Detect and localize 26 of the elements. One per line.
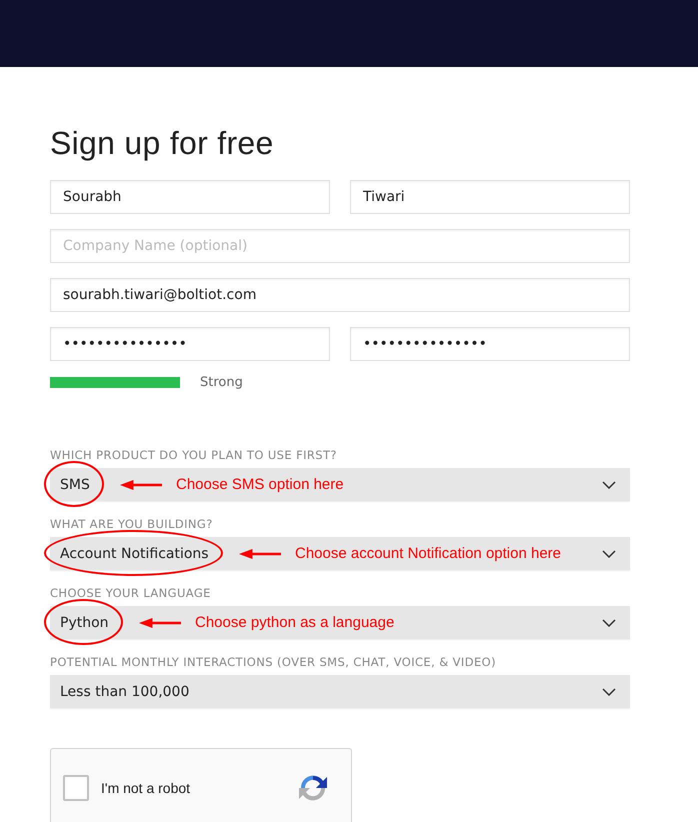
chevron-down-icon — [602, 480, 616, 488]
input-field[interactable]: sourabh.tiwari@boltiot.com — [50, 278, 630, 312]
checkbox-label: I'm not a robot — [101, 780, 192, 796]
chevron-down-icon — [602, 550, 616, 558]
input-field[interactable]: Company Name (optional) — [50, 229, 630, 263]
input-field[interactable]: ••••••••••••••• — [350, 327, 630, 361]
arrow-icon — [120, 478, 162, 492]
annotation-text: Choose python as a language — [195, 614, 394, 631]
highlight-ellipse — [44, 461, 104, 507]
dropdown[interactable]: Less than 100,000 — [50, 675, 630, 708]
input-field[interactable]: ••••••••••••••• — [50, 327, 330, 361]
input-field[interactable]: Sourabh — [50, 180, 330, 214]
arrow-icon — [139, 616, 181, 630]
field-label: POTENTIAL MONTHLY INTERACTIONS (OVER SMS, CHAT, VOICE, & VIDEO) — [50, 655, 497, 669]
page-title: Sign up for free — [50, 124, 275, 163]
strength-label: Strong — [200, 375, 243, 390]
chevron-down-icon — [602, 688, 616, 696]
field-label: CHOOSE YOUR LANGUAGE — [50, 586, 212, 600]
checkbox[interactable] — [63, 775, 89, 801]
annotation-text: Choose account Notification option here — [295, 545, 562, 562]
field-label: WHICH PRODUCT DO YOU PLAN TO USE FIRST? — [50, 448, 338, 462]
annotation-text: Choose SMS option here — [176, 476, 344, 493]
input-field[interactable]: Tiwari — [350, 180, 630, 214]
chevron-down-icon — [602, 618, 616, 626]
field-label: WHAT ARE YOU BUILDING? — [50, 517, 214, 531]
arrow-icon — [239, 546, 281, 560]
